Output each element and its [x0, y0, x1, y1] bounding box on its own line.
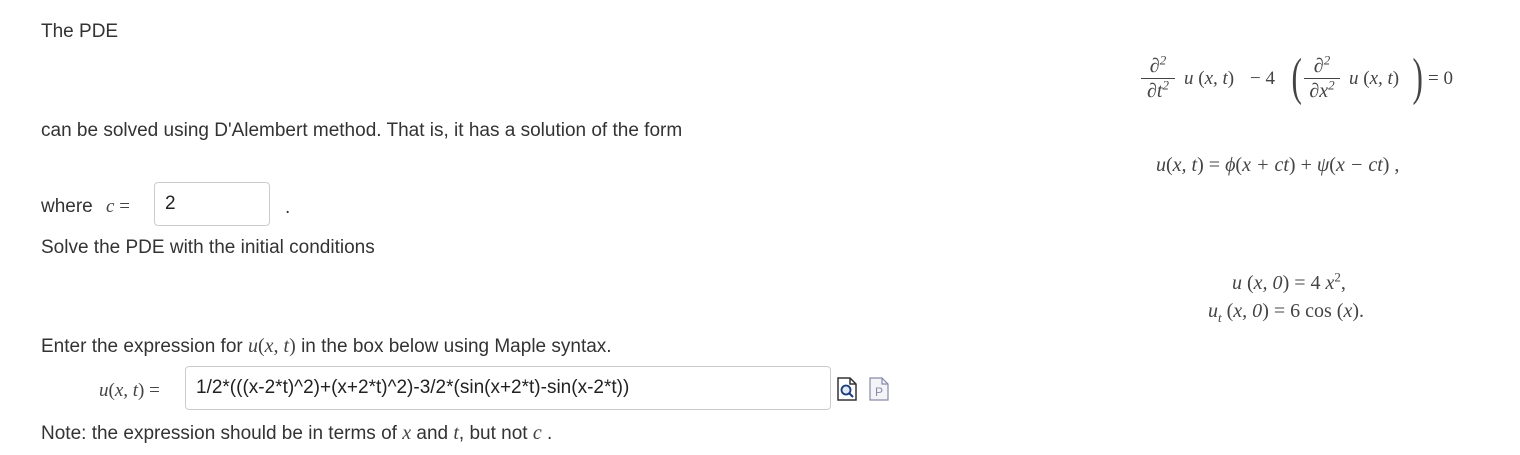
period: . — [285, 197, 291, 218]
answer-label: u(x, t) = — [99, 380, 160, 401]
d2-numerator-x: ∂2 — [1313, 52, 1331, 77]
equals-zero: = 0 — [1428, 68, 1453, 89]
minus-four: − 4 — [1250, 68, 1275, 89]
initial-condition-1: u (x, 0) = 4 x2, — [1232, 269, 1346, 294]
note-c: c — [532, 422, 542, 444]
dx2-denominator: ∂x2 — [1309, 77, 1335, 102]
note-comma: , but not — [458, 423, 528, 444]
u-xt-term: u (x, t) — [1184, 68, 1235, 89]
right-paren: ) — [1412, 49, 1423, 106]
c-value-input[interactable] — [154, 182, 270, 226]
solution-form: u(x, t) = ϕ(x + ct) + ψ(x − ct) , — [1156, 154, 1400, 176]
note-text: Note: the expression should be in terms … — [41, 422, 552, 445]
enter-text-math: u(x, t) — [248, 335, 296, 357]
note-and: and — [416, 423, 449, 444]
u-xt-term-inner: u (x, t) — [1349, 68, 1400, 89]
left-paren: ( — [1291, 49, 1302, 106]
note-end: . — [547, 423, 553, 444]
initial-condition-2: ut (x, 0) = 6 cos (x). — [1208, 300, 1365, 325]
d2-dt2-fraction: ∂2 ∂t2 — [1141, 52, 1175, 102]
d2-numerator: ∂2 — [1149, 52, 1167, 77]
maple-syntax-icon[interactable]: P — [869, 377, 889, 401]
note-x: x — [402, 422, 412, 444]
intro-text: The PDE — [41, 21, 119, 42]
note-before: Note: the expression should be in terms … — [41, 423, 397, 444]
solve-text: Solve the PDE with the initial condition… — [41, 237, 375, 258]
svg-text:P: P — [875, 385, 883, 399]
preview-icon[interactable] — [837, 377, 857, 401]
d2-dx2-fraction: ∂2 ∂x2 — [1304, 52, 1340, 102]
enter-text-before: Enter the expression for — [41, 336, 243, 357]
enter-text: Enter the expression for u(x, t) in the … — [41, 335, 612, 358]
enter-text-after: in the box below using Maple syntax. — [301, 336, 612, 357]
c-equals-label: c = — [106, 196, 130, 217]
dt2-denominator: ∂t2 — [1147, 77, 1169, 102]
where-label: where — [41, 196, 93, 217]
dalembert-text: can be solved using D'Alembert method. T… — [41, 120, 683, 141]
answer-input[interactable] — [185, 366, 831, 410]
